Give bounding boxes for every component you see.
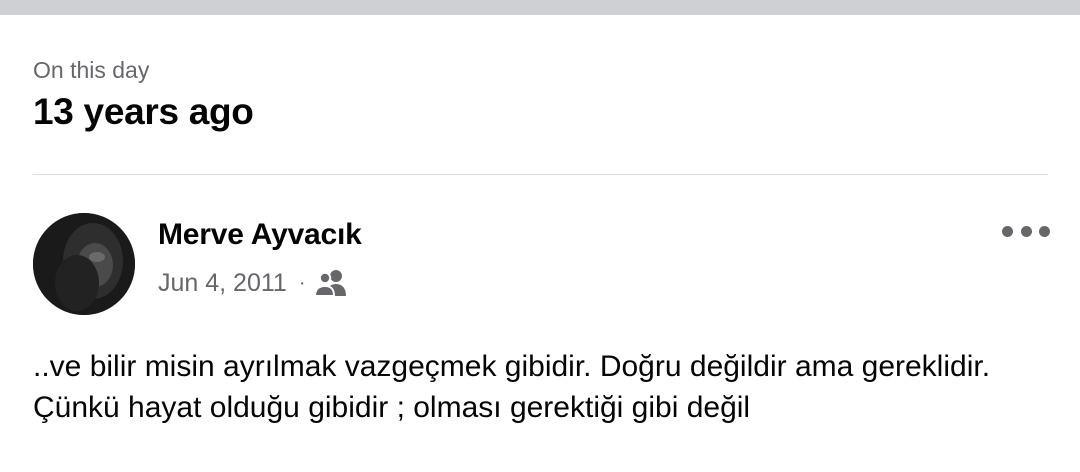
- top-bar: [0, 0, 1080, 15]
- avatar[interactable]: [33, 213, 135, 315]
- meta-separator: ·: [298, 272, 306, 294]
- post-text: ..ve bilir misin ayrılmak vazgeçmek gibi…: [33, 350, 991, 424]
- memory-post: Merve Ayvacık Jun 4, 2011 · ..ve bilir m…: [0, 175, 1080, 472]
- avatar-photo: [33, 213, 135, 315]
- more-options-icon[interactable]: [1002, 219, 1050, 243]
- post-date[interactable]: Jun 4, 2011: [158, 268, 287, 298]
- memory-subtitle: On this day: [33, 57, 150, 83]
- post-meta: Jun 4, 2011 ·: [158, 268, 347, 298]
- memory-header: On this day 13 years ago: [33, 56, 254, 134]
- friends-icon[interactable]: [315, 269, 347, 297]
- author-name[interactable]: Merve Ayvacık: [158, 217, 362, 253]
- memory-title: 13 years ago: [33, 91, 254, 132]
